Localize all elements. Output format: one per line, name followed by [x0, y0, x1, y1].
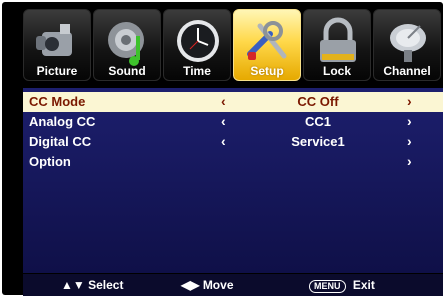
help-bar: ▲▼ Select ◀▶ Move MENU Exit	[23, 274, 443, 296]
menu-row-option[interactable]: Option ›	[23, 152, 443, 172]
row-label: Option	[29, 154, 71, 169]
cc-settings-panel: CC Mode ‹ CC Off › Analog CC ‹ CC1 › Dig…	[23, 88, 443, 273]
clock-icon	[177, 20, 219, 62]
row-value: CC Off	[297, 94, 339, 109]
tab-channel[interactable]: Channel	[373, 9, 441, 81]
speaker-note-icon	[108, 22, 144, 66]
chevron-right-icon[interactable]: ›	[407, 93, 412, 109]
help-move: ◀▶ Move	[181, 278, 234, 292]
chevron-right-icon[interactable]: ›	[407, 113, 412, 129]
tab-label: Picture	[36, 64, 78, 78]
tab-time[interactable]: Time	[163, 9, 231, 81]
tab-label: Channel	[383, 64, 431, 78]
tab-label: Time	[183, 64, 211, 78]
row-label: Digital CC	[29, 134, 92, 149]
tab-label: Sound	[108, 64, 146, 78]
tv-osd-menu: Picture Sound Time Setup Lock Channel CC…	[2, 2, 443, 296]
row-label: CC Mode	[29, 94, 86, 109]
help-exit: MENU Exit	[309, 278, 375, 293]
tab-picture[interactable]: Picture	[23, 9, 91, 81]
left-right-arrows-icon: ◀▶	[181, 278, 200, 292]
menu-row-digital-cc[interactable]: Digital CC ‹ Service1 ›	[23, 132, 443, 152]
menu-row-analog-cc[interactable]: Analog CC ‹ CC1 ›	[23, 112, 443, 132]
chevron-right-icon[interactable]: ›	[407, 153, 412, 169]
menu-key-badge: MENU	[309, 280, 346, 293]
help-select: ▲▼ Select	[61, 278, 123, 292]
menu-row-cc-mode[interactable]: CC Mode ‹ CC Off ›	[23, 92, 443, 112]
tools-icon	[247, 21, 287, 60]
lock-icon	[320, 17, 356, 62]
row-value: Service1	[291, 134, 345, 149]
tab-setup[interactable]: Setup	[233, 9, 301, 81]
up-down-arrows-icon: ▲▼	[61, 278, 85, 292]
tab-lock[interactable]: Lock	[303, 9, 371, 81]
tab-label: Setup	[250, 64, 284, 78]
help-select-label: Select	[88, 278, 124, 292]
menu-tab-strip: Picture Sound Time Setup Lock Channel	[23, 9, 443, 83]
row-label: Analog CC	[29, 114, 96, 129]
satellite-dish-icon	[390, 24, 426, 62]
camcorder-icon	[36, 24, 72, 56]
row-value: CC1	[304, 114, 331, 129]
help-exit-label: Exit	[352, 278, 375, 292]
tab-label: Lock	[322, 64, 351, 78]
chevron-right-icon[interactable]: ›	[407, 133, 412, 149]
help-move-label: Move	[202, 278, 234, 292]
tab-sound[interactable]: Sound	[93, 9, 161, 81]
